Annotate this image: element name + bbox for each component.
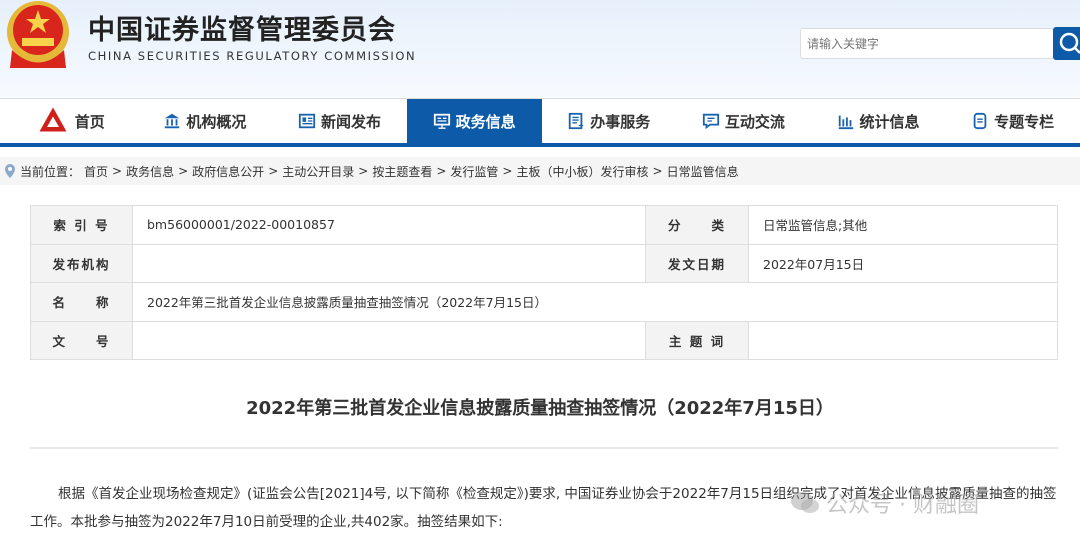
date-label: 发文日期 [645,243,749,283]
breadcrumb-link[interactable]: 政府信息公开 [192,163,264,180]
breadcrumb-separator: > [502,164,513,178]
bank-icon [165,113,180,129]
document-meta-table: 索 引 号 bm56000001/2022-00010857 分 类 日常监管信… [30,205,1058,360]
document-list-icon [569,112,584,130]
article-title: 2022年第三批首发企业信息披露质量抽查抽签情况（2022年7月15日） [246,398,834,419]
date-value: 2022年07月15日 [748,243,1058,283]
nav-label: 互动交流 [724,112,785,131]
nav-label: 新闻发布 [321,112,382,131]
watermark: 公众号 · 财融圈 [790,487,979,519]
nav-label: 办事服务 [590,112,651,131]
csrc-logo-icon [39,107,67,132]
nav-topics[interactable]: 专题专栏 [945,99,1080,143]
breadcrumb: 当前位置： 首页 > 政务信息 > 政府信息公开 > 主动公开目录 > 按主题查看 > 发… [0,157,1080,185]
category-label: 分 类 [645,205,749,245]
search-icon [1059,32,1080,54]
docno-value [132,320,646,360]
site-subtitle: CHINA SECURITIES REGULATORY COMMISSION [88,49,417,63]
site-header: 中国证券监督管理委员会 CHINA SECURITIES REGULATORY … [0,0,1080,98]
issuer-label: 发布机构 [30,243,133,283]
nav-statistics[interactable]: 统计信息 [811,99,946,143]
breadcrumb-separator: > [268,164,279,178]
nav-services[interactable]: 办事服务 [542,99,677,143]
breadcrumb-separator: > [112,164,123,178]
table-row: 名 称 2022年第三批首发企业信息披露质量抽查抽签情况（2022年7月15日） [30,282,1058,322]
issuer-value [132,243,646,283]
site-title[interactable]: 中国证券监督管理委员会 [88,8,396,47]
monitor-icon [433,113,450,129]
keywords-label: 主 题 词 [645,320,749,360]
table-row: 文 号 主 题 词 [30,320,1058,360]
wechat-icon [791,492,819,513]
category-value: 日常监管信息;其他 [748,205,1058,245]
notebook-icon [973,112,987,130]
divider [30,447,1058,449]
nav-label: 政务信息 [455,112,516,131]
search-button[interactable] [1053,27,1080,60]
breadcrumb-label: 当前位置： [20,164,81,179]
national-emblem-logo [7,1,69,68]
main-nav: 首页 机构概况 新闻发布 政务信息 办事服务 互动交流 统计信息 专题专栏 [0,98,1080,147]
location-pin-icon [5,164,15,178]
breadcrumb-separator: > [178,164,189,178]
newspaper-icon [298,113,316,129]
breadcrumb-separator: > [436,164,447,178]
chat-icon [702,113,720,130]
nav-label: 机构概况 [186,112,247,131]
docno-label: 文 号 [30,320,133,360]
index-label: 索 引 号 [30,205,133,245]
table-row: 索 引 号 bm56000001/2022-00010857 分 类 日常监管信… [30,205,1058,245]
nav-news[interactable]: 新闻发布 [272,99,407,143]
nav-about[interactable]: 机构概况 [138,99,273,143]
breadcrumb-link[interactable]: 主动公开目录 [282,163,354,180]
name-value: 2022年第三批首发企业信息披露质量抽查抽签情况（2022年7月15日） [132,282,1058,322]
nav-label: 专题专栏 [994,112,1055,131]
table-row: 发布机构 发文日期 2022年07月15日 [30,243,1058,283]
breadcrumb-link[interactable]: 政务信息 [126,163,174,180]
nav-label: 首页 [74,112,105,131]
index-value: bm56000001/2022-00010857 [132,205,646,245]
keywords-value [748,320,1058,360]
search-input[interactable] [800,28,1054,59]
breadcrumb-separator: > [652,164,663,178]
nav-label: 统计信息 [859,112,920,131]
breadcrumb-link[interactable]: 发行监管 [450,163,498,180]
breadcrumb-link[interactable]: 日常监管信息 [667,163,739,180]
breadcrumb-separator: > [358,164,369,178]
nav-home[interactable]: 首页 [3,99,138,143]
watermark-text: 公众号 · 财融圈 [826,493,979,518]
name-label: 名 称 [30,282,133,322]
nav-gov-info[interactable]: 政务信息 [406,99,542,143]
nav-interaction[interactable]: 互动交流 [676,99,811,143]
breadcrumb-link[interactable]: 首页 [84,163,108,180]
breadcrumb-link[interactable]: 主板（中小板）发行审核 [516,163,648,180]
breadcrumb-link[interactable]: 按主题查看 [372,163,432,180]
bar-chart-icon [838,115,853,130]
